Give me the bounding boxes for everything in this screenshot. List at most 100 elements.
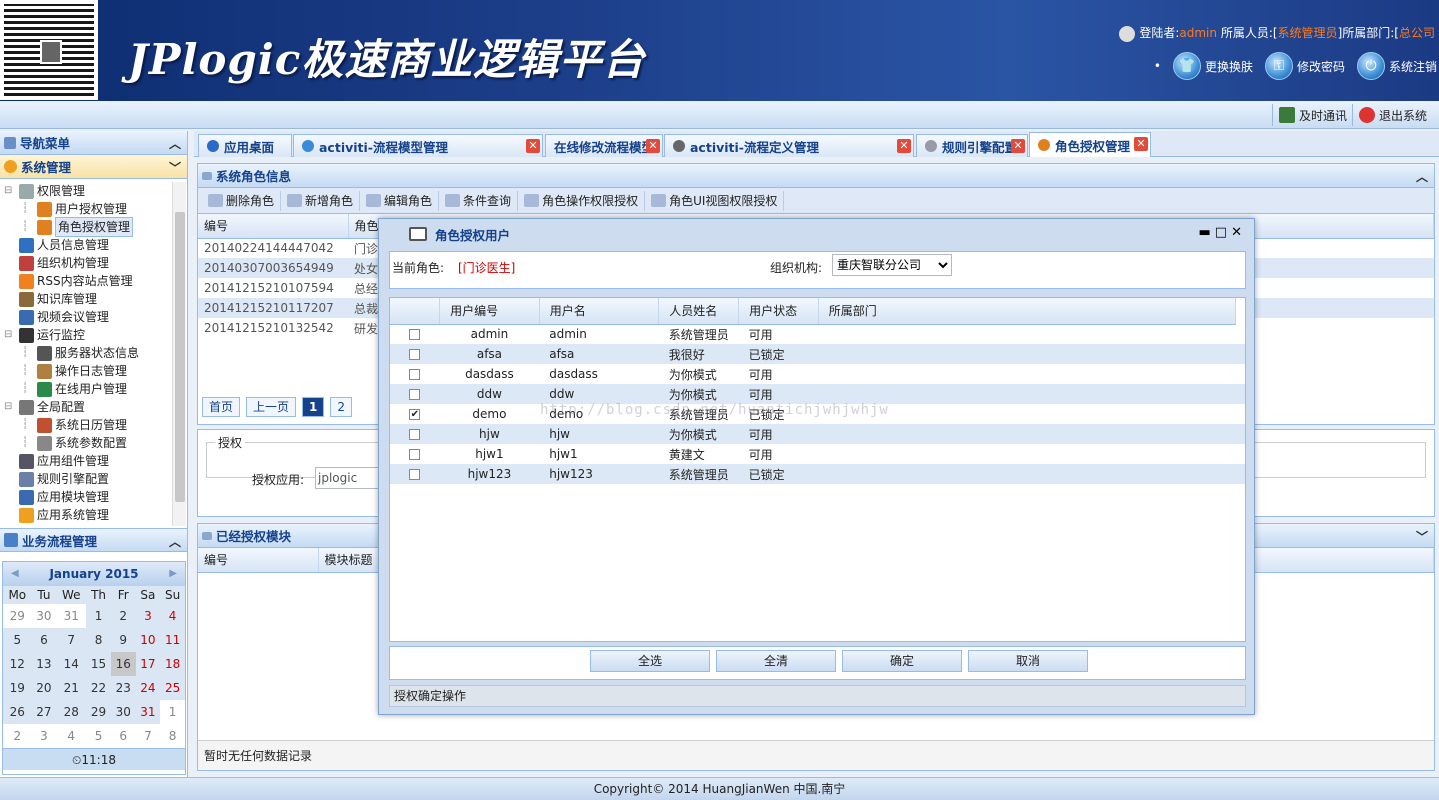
calendar-day[interactable]: 30 bbox=[31, 604, 57, 628]
row-checkbox[interactable] bbox=[409, 389, 421, 400]
calendar-day[interactable]: 13 bbox=[31, 652, 57, 676]
table-row[interactable]: ddw ddw 为你模式 可用 bbox=[390, 384, 1245, 404]
role-toolbar-button-4[interactable]: 角色操作权限授权 bbox=[518, 190, 646, 211]
calendar-day[interactable]: 5 bbox=[86, 724, 111, 748]
prev-page-button[interactable]: 上一页 bbox=[246, 397, 297, 417]
col-role-id[interactable]: 编号 bbox=[198, 214, 349, 239]
tree-item[interactable]: ⊟ 运行监控 bbox=[4, 326, 85, 344]
tree-expander-icon[interactable]: ┆ bbox=[22, 362, 34, 380]
col-user-4[interactable]: 所属部门 bbox=[818, 298, 1236, 325]
calendar-day[interactable]: 9 bbox=[110, 628, 136, 652]
calendar-day[interactable]: 6 bbox=[110, 724, 136, 748]
tree-item[interactable]: 应用模块管理 bbox=[4, 488, 109, 506]
tree-expander-icon[interactable]: ⊟ bbox=[4, 398, 16, 416]
org-select[interactable]: 重庆智联分公司 bbox=[832, 254, 952, 276]
col-checkbox[interactable] bbox=[390, 298, 441, 325]
tree-expander-icon[interactable]: ┆ bbox=[22, 218, 34, 236]
tab-1[interactable]: activiti-流程模型管理 ✕ bbox=[293, 134, 543, 157]
chevron-down-icon[interactable]: ﹀ bbox=[169, 159, 181, 176]
calendar-day[interactable]: 4 bbox=[160, 604, 185, 628]
tree-item[interactable]: 组织机构管理 bbox=[4, 254, 109, 272]
calendar-day[interactable]: 18 bbox=[160, 652, 185, 676]
table-row[interactable]: afsa afsa 我很好 已锁定 bbox=[390, 344, 1245, 364]
password-key-icon[interactable]: ⚿ bbox=[1264, 52, 1293, 80]
chevron-up-icon[interactable]: ︿ bbox=[169, 533, 181, 550]
logout-button[interactable]: 系统注销 bbox=[1389, 58, 1437, 75]
role-toolbar-button-1[interactable]: 新增角色 bbox=[281, 190, 361, 211]
tree-item[interactable]: 人员信息管理 bbox=[4, 236, 109, 254]
next-month-icon[interactable]: ▶ bbox=[169, 562, 177, 586]
ok-button[interactable]: 确定 bbox=[842, 650, 962, 672]
col-module-id[interactable]: 编号 bbox=[198, 548, 319, 573]
tab-3[interactable]: activiti-流程定义管理 ✕ bbox=[664, 134, 914, 157]
calendar-day[interactable]: 20 bbox=[31, 676, 57, 700]
tab-4[interactable]: 规则引擎配置 ✕ bbox=[916, 134, 1028, 157]
row-checkbox[interactable] bbox=[409, 429, 421, 440]
tree-item[interactable]: 应用组件管理 bbox=[4, 452, 109, 470]
instant-msg-button[interactable]: 及时通讯 bbox=[1272, 104, 1353, 126]
row-checkbox[interactable] bbox=[409, 469, 421, 480]
auth-app-field[interactable]: jplogic bbox=[315, 467, 385, 489]
tree-expander-icon[interactable]: ┆ bbox=[22, 416, 34, 434]
calendar-day[interactable]: 24 bbox=[135, 676, 161, 700]
calendar-day[interactable]: 28 bbox=[56, 700, 87, 724]
row-checkbox[interactable] bbox=[409, 449, 421, 460]
calendar-day[interactable]: 17 bbox=[135, 652, 161, 676]
tree-item[interactable]: ┆ 用户授权管理 bbox=[22, 200, 127, 218]
first-page-button[interactable]: 首页 bbox=[202, 397, 241, 417]
table-row[interactable]: hjw1 hjw1 黄建文 可用 bbox=[390, 444, 1245, 464]
row-checkbox[interactable] bbox=[409, 329, 421, 341]
calendar-day[interactable]: 7 bbox=[56, 628, 87, 652]
tab-close-icon[interactable]: ✕ bbox=[646, 139, 660, 153]
tree-item[interactable]: ┆ 系统日历管理 bbox=[22, 416, 127, 434]
col-user-2[interactable]: 人员姓名 bbox=[658, 298, 740, 325]
calendar-day[interactable]: 30 bbox=[110, 700, 136, 724]
chevron-up-icon[interactable]: ︿ bbox=[1416, 168, 1428, 185]
skin-shirt-icon[interactable]: 👕 bbox=[1172, 52, 1201, 80]
calendar-day[interactable]: 12 bbox=[3, 652, 32, 676]
calendar-day[interactable]: 31 bbox=[135, 700, 161, 724]
calendar-day[interactable]: 6 bbox=[31, 628, 57, 652]
calendar-day[interactable]: 3 bbox=[31, 724, 57, 748]
nav-menu-header[interactable]: 导航菜单 ︿ bbox=[0, 131, 187, 155]
tab-close-icon[interactable]: ✕ bbox=[1011, 139, 1025, 153]
table-row[interactable]: dasdass dasdass 为你模式 可用 bbox=[390, 364, 1245, 384]
table-row[interactable]: hjw123 hjw123 系统管理员 已锁定 bbox=[390, 464, 1245, 484]
tree-item[interactable]: 视频会议管理 bbox=[4, 308, 109, 326]
tab-2[interactable]: 在线修改流程模型 ✕ bbox=[545, 134, 663, 157]
tree-expander-icon[interactable]: ┆ bbox=[22, 380, 34, 398]
tree-item[interactable]: 知识库管理 bbox=[4, 290, 97, 308]
calendar-day[interactable]: 2 bbox=[110, 604, 136, 628]
role-toolbar-button-5[interactable]: 角色UI视图权限授权 bbox=[645, 190, 785, 211]
tab-close-icon[interactable]: ✕ bbox=[526, 139, 540, 153]
role-toolbar-button-0[interactable]: 删除角色 bbox=[202, 190, 282, 211]
col-user-3[interactable]: 用户状态 bbox=[738, 298, 819, 325]
calendar-day[interactable]: 14 bbox=[56, 652, 87, 676]
chevron-up-icon[interactable]: ︿ bbox=[169, 135, 181, 152]
page-2-button[interactable]: 2 bbox=[330, 397, 353, 417]
calendar-day[interactable]: 25 bbox=[160, 676, 185, 700]
calendar-day[interactable]: 22 bbox=[86, 676, 111, 700]
calendar-day[interactable]: 2 bbox=[3, 724, 32, 748]
system-mgmt-header[interactable]: 系统管理 ﹀ bbox=[0, 155, 187, 179]
exit-system-button[interactable]: 退出系统 bbox=[1352, 104, 1433, 126]
tree-expander-icon[interactable]: ┆ bbox=[22, 434, 34, 452]
calendar-day[interactable]: 15 bbox=[86, 652, 111, 676]
tree-item[interactable]: ⊟ 全局配置 bbox=[4, 398, 85, 416]
dialog-title-bar[interactable]: 角色授权用户 ▬□✕ bbox=[379, 219, 1254, 249]
row-checkbox[interactable]: ✔ bbox=[409, 409, 421, 420]
calendar-day[interactable]: 21 bbox=[56, 676, 87, 700]
col-user-0[interactable]: 用户编号 bbox=[439, 298, 540, 325]
change-password-button[interactable]: 修改密码 bbox=[1297, 58, 1345, 75]
cancel-button[interactable]: 取消 bbox=[968, 650, 1088, 672]
calendar-day[interactable]: 10 bbox=[135, 628, 161, 652]
prev-month-icon[interactable]: ◀ bbox=[11, 562, 19, 586]
tree-item[interactable]: ┆ 操作日志管理 bbox=[22, 362, 127, 380]
select-all-button[interactable]: 全选 bbox=[590, 650, 710, 672]
tab-0[interactable]: 应用桌面 bbox=[198, 134, 292, 157]
table-row[interactable]: hjw hjw 为你模式 可用 bbox=[390, 424, 1245, 444]
tree-expander-icon[interactable]: ⊟ bbox=[4, 326, 16, 344]
calendar-day[interactable]: 8 bbox=[160, 724, 185, 748]
tree-item[interactable]: 应用系统管理 bbox=[4, 506, 109, 524]
col-user-1[interactable]: 用户名 bbox=[539, 298, 660, 325]
